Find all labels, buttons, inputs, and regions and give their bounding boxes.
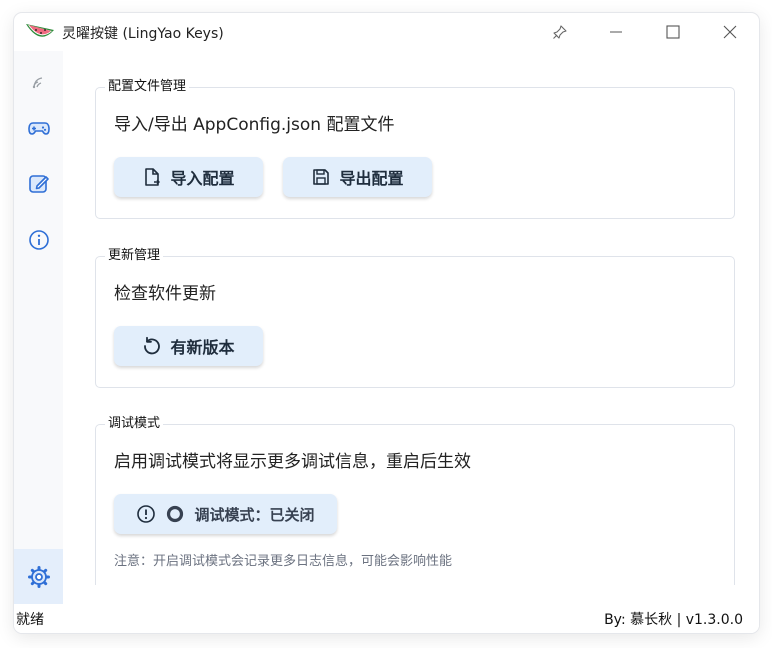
check-update-button[interactable]: 有新版本	[114, 326, 263, 366]
title-bar: 灵曜按键 (LingYao Keys)	[14, 13, 759, 51]
config-description: 导入/导出 AppConfig.json 配置文件	[114, 115, 395, 135]
update-section-title: 更新管理	[105, 247, 164, 265]
edit-icon	[28, 175, 49, 193]
debug-note: 注意：开启调试模式会记录更多日志信息，可能会影响性能	[114, 554, 453, 569]
signal-icon	[32, 77, 42, 89]
sidebar-item-info[interactable]	[14, 215, 63, 265]
check-update-label: 有新版本	[170, 338, 235, 357]
pin-icon	[553, 25, 567, 39]
sidebar-item-edit[interactable]	[14, 159, 63, 209]
file-import-icon	[142, 167, 162, 187]
close-button[interactable]	[712, 17, 748, 47]
import-config-button[interactable]: 导入配置	[114, 157, 263, 197]
app-window: 灵曜按键 (LingYao Keys) 配置文件管理 导入/导出 AppConf…	[14, 13, 759, 633]
gear-icon	[27, 565, 50, 588]
import-config-label: 导入配置	[170, 169, 235, 188]
config-section: 配置文件管理 导入/导出 AppConfig.json 配置文件 导入配置 导出…	[95, 78, 735, 219]
info-icon	[28, 230, 49, 250]
status-bar: 就绪 By: 慕长秋 | v1.3.0.0	[14, 604, 759, 633]
minimize-button[interactable]	[598, 17, 634, 47]
debug-section: 调试模式 启用调试模式将显示更多调试信息，重启后生效 调试模式：已关闭 注意：开…	[95, 415, 735, 585]
sidebar	[14, 51, 63, 604]
close-icon	[723, 25, 737, 39]
author-version: By: 慕长秋 | v1.3.0.0	[604, 612, 743, 628]
export-config-button[interactable]: 导出配置	[283, 157, 432, 197]
watermelon-logo-icon	[26, 24, 54, 37]
sidebar-item-settings[interactable]	[14, 549, 63, 604]
export-config-label: 导出配置	[339, 169, 404, 188]
debug-toggle-button[interactable]: 调试模式：已关闭	[114, 494, 337, 534]
config-section-title: 配置文件管理	[105, 78, 190, 96]
sidebar-item-signal[interactable]	[14, 57, 63, 107]
debug-section-title: 调试模式	[105, 415, 164, 433]
maximize-icon	[666, 25, 680, 39]
maximize-button[interactable]	[655, 17, 691, 47]
refresh-icon	[142, 336, 162, 356]
update-section: 更新管理 检查软件更新 有新版本	[95, 247, 735, 388]
gamepad-icon	[27, 122, 50, 135]
update-description: 检查软件更新	[114, 284, 216, 304]
sidebar-item-gamepad[interactable]	[14, 103, 63, 153]
minimize-icon	[610, 31, 622, 33]
debug-description: 启用调试模式将显示更多调试信息，重启后生效	[114, 452, 471, 472]
pin-button[interactable]	[542, 17, 578, 47]
status-text: 就绪	[16, 612, 44, 628]
save-icon	[311, 167, 331, 187]
toggle-off-icon	[166, 505, 184, 523]
window-title: 灵曜按键 (LingYao Keys)	[62, 26, 224, 42]
alert-circle-icon	[136, 504, 156, 524]
debug-toggle-label: 调试模式：已关闭	[194, 505, 315, 524]
